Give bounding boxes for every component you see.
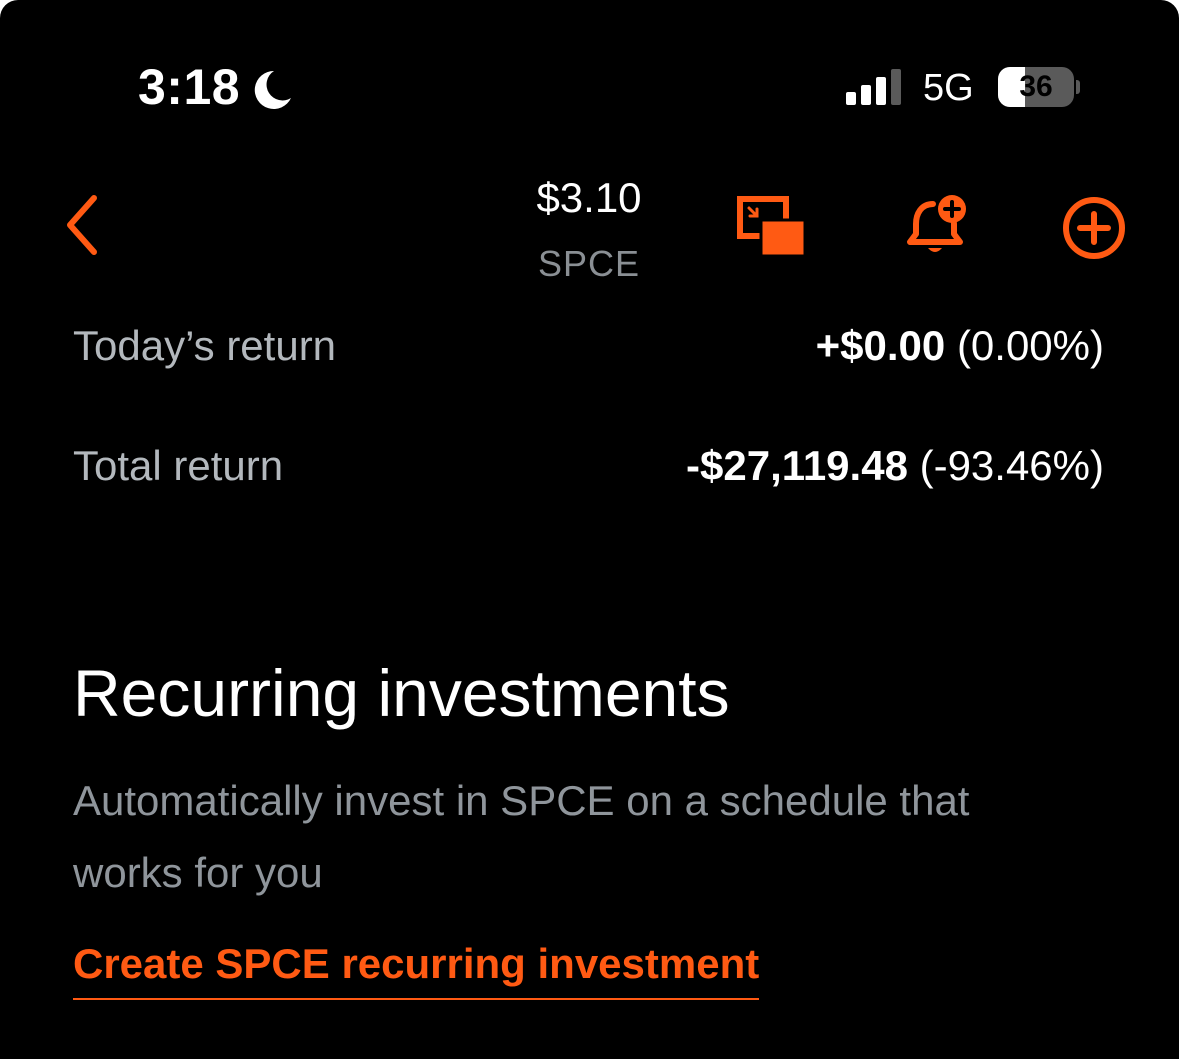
battery-icon: 36 <box>998 67 1074 107</box>
bell-plus-icon[interactable] <box>902 190 974 260</box>
picture-in-picture-icon[interactable] <box>735 194 807 258</box>
todays-return-percent: (0.00%) <box>956 322 1104 369</box>
signal-bars-icon <box>846 69 901 105</box>
total-return-amount: -$27,119.48 <box>686 442 908 489</box>
todays-return-value: +$0.00 (0.00%) <box>816 322 1104 370</box>
todays-return-label: Today’s return <box>73 322 337 369</box>
todays-return-amount: +$0.00 <box>815 322 946 369</box>
recurring-investments-title: Recurring investments <box>73 656 730 730</box>
back-button[interactable] <box>56 190 116 260</box>
header-ticker: SPCE <box>537 243 641 284</box>
battery-tip <box>1076 80 1080 94</box>
stock-detail-screen: 3:18 5G 36 $3.10 SPCE Today’s return +$0… <box>0 0 1179 1059</box>
total-return-label: Total return <box>73 442 284 489</box>
total-return-percent: (-93.46%) <box>919 442 1104 489</box>
chevron-left-icon <box>67 195 97 255</box>
moon-icon <box>254 70 291 109</box>
header-price: $3.10 <box>536 174 642 221</box>
status-time: 3:18 <box>138 59 241 115</box>
create-recurring-investment-link[interactable]: Create SPCE recurring investment <box>73 940 760 1000</box>
network-type: 5G <box>923 67 974 109</box>
plus-circle-icon[interactable] <box>1060 194 1128 262</box>
total-return-value: -$27,119.48 (-93.46%) <box>686 442 1104 490</box>
recurring-investments-description: Automatically invest in SPCE on a schedu… <box>73 777 970 896</box>
battery-percent: 36 <box>1019 70 1053 103</box>
